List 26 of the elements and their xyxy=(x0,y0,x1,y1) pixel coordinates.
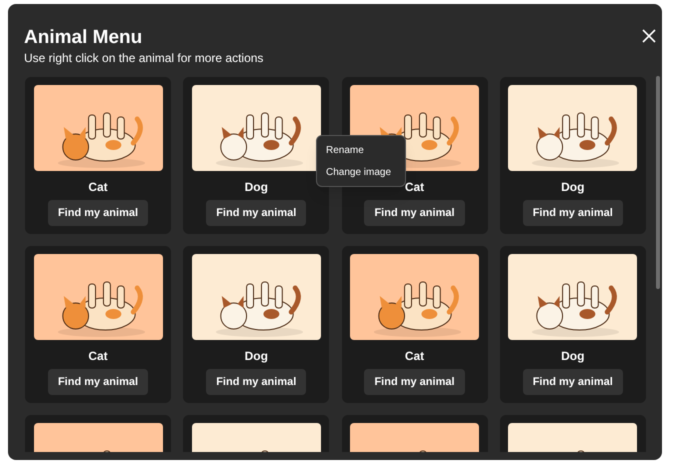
find-animal-button[interactable]: Find my animal xyxy=(48,369,148,395)
animal-name: Dog xyxy=(244,349,268,363)
animal-card[interactable]: Dog Find my animal xyxy=(183,246,330,403)
animal-name: Cat xyxy=(88,180,108,194)
animal-name: Cat xyxy=(404,180,424,194)
find-animal-button[interactable]: Find my animal xyxy=(206,200,306,226)
animal-name: Cat xyxy=(404,349,424,363)
find-animal-button[interactable]: Find my animal xyxy=(364,200,465,226)
find-animal-button[interactable]: Find my animal xyxy=(522,200,623,226)
dialog-subtitle: Use right click on the animal for more actions xyxy=(24,50,264,66)
find-animal-button[interactable]: Find my animal xyxy=(206,369,306,395)
animal-name: Cat xyxy=(88,349,108,363)
animal-name: Dog xyxy=(561,180,584,194)
close-icon xyxy=(642,29,656,43)
scrollbar[interactable] xyxy=(656,76,660,289)
find-animal-button[interactable]: Find my animal xyxy=(48,200,148,226)
animal-card[interactable]: Dog Find my animal xyxy=(500,77,646,234)
animal-name: Dog xyxy=(244,180,268,194)
animal-card[interactable]: Cat Find my animal xyxy=(25,246,171,403)
find-animal-button[interactable]: Find my animal xyxy=(364,369,465,395)
dialog-title: Animal Menu xyxy=(24,26,144,50)
animal-card[interactable]: Dog Find my animal xyxy=(500,246,646,403)
animal-card[interactable]: Cat Find my animal xyxy=(342,246,488,403)
animal-card[interactable]: Cat Find my animal xyxy=(25,77,171,234)
animal-name: Dog xyxy=(561,349,584,363)
find-animal-button[interactable]: Find my animal xyxy=(522,369,623,395)
